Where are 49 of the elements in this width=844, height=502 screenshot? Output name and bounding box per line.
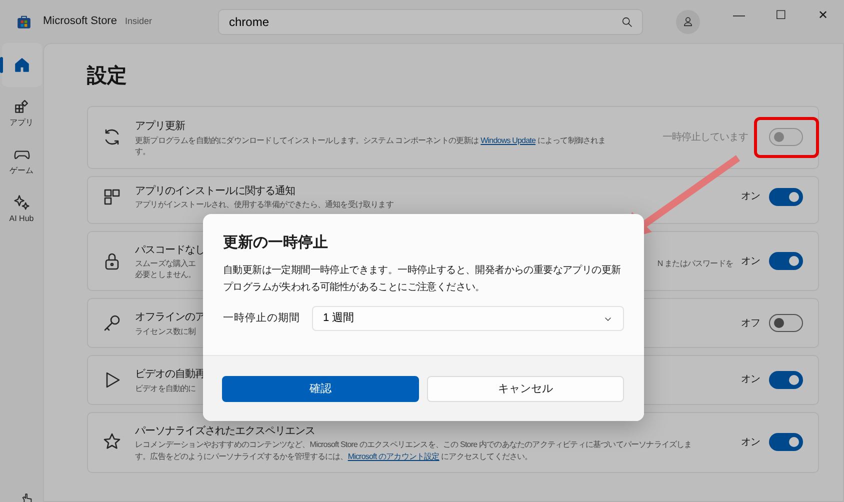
maximize-button[interactable]: ☐ — [760, 0, 802, 30]
setting-title: アプリ更新 — [135, 119, 185, 134]
toggle-state-label: オン — [741, 254, 760, 268]
toggle-state-label: オン — [741, 190, 760, 204]
sidebar-item[interactable] — [2, 43, 42, 87]
toggle-state-label: 一時停止しています — [662, 130, 748, 145]
account-button[interactable] — [676, 10, 700, 34]
setting-title: パーソナライズされたエクスペリエンス — [135, 424, 315, 438]
key-icon — [102, 313, 122, 334]
dialog-message: 自動更新は一定期間一時停止できます。一時停止すると、開発者からの重要なアプリの更新プログラムが失われる可能性があることにご注意ください。 — [223, 264, 622, 295]
page-title: 設定 — [87, 64, 128, 88]
home-icon — [12, 56, 30, 74]
toggle-switch[interactable] — [769, 252, 803, 270]
panels-icon — [102, 186, 122, 207]
setting-description: 更新プログラムを自動的にダウンロードしてインストールします。システム コンポーネントの更新は Windows Update によって制御されま す。 — [135, 134, 606, 157]
setting-description: ビデオを自動的に — [135, 382, 196, 394]
store-logo-icon — [16, 14, 32, 30]
minimize-button[interactable]: — — [718, 0, 760, 30]
hand-icon — [20, 492, 34, 502]
setting-title: アプリのインストールに関する通知 — [135, 184, 295, 199]
toggle-switch[interactable] — [769, 314, 803, 332]
duration-dropdown[interactable]: 1 週間 — [312, 306, 624, 331]
toggle-switch[interactable] — [769, 188, 803, 206]
toggle-state-label: オン — [741, 373, 760, 388]
setting-description: N またはパスワードを — [657, 258, 733, 270]
dialog-title: 更新の一時停止 — [223, 234, 329, 252]
field-label: 一時停止の期間 — [223, 310, 300, 326]
confirm-button[interactable]: 確認 — [222, 376, 419, 402]
person-icon — [682, 15, 694, 28]
sidebar-item[interactable]: アプリ — [2, 91, 42, 135]
sidebar-item[interactable]: ゲーム — [2, 139, 42, 183]
insider-label: Insider — [124, 14, 152, 28]
setting-description: レコメンデーションやおすすめのコンテンツなど、Microsoft Store のエクスペリエンスを、この Store 内でのあなたのアクティビティに基づいてパーソナライズしま す。広告をどのようにパーソナライズするかを管理するには、Microsoft のアカウント設定 にアクセスしてください。 — [135, 439, 692, 462]
close-button[interactable]: ✕ — [802, 0, 844, 30]
toggle-switch[interactable] — [769, 433, 803, 452]
sidebar-item[interactable]: AI Hub — [2, 187, 42, 231]
apps-icon — [12, 97, 30, 115]
search-field[interactable]: chrome — [218, 8, 643, 34]
app-title: Microsoft Store — [43, 14, 117, 30]
setting-description: スムーズな購入エ 必要としません。 — [135, 258, 196, 280]
sparkle-icon — [12, 193, 30, 211]
cancel-button[interactable]: キャンセル — [427, 376, 624, 402]
link[interactable]: Microsoft のアカウント設定 — [348, 452, 440, 460]
toggle-switch[interactable] — [769, 370, 803, 389]
setting-description: ライセンス数に制 — [135, 326, 196, 338]
toggle-state-label: オフ — [741, 316, 760, 331]
search-icon — [620, 16, 633, 28]
setting-description: アプリがインストールされ、使用する準備ができたら、通知を受け取ります — [135, 199, 394, 211]
toggle-state-label: オン — [741, 436, 760, 450]
